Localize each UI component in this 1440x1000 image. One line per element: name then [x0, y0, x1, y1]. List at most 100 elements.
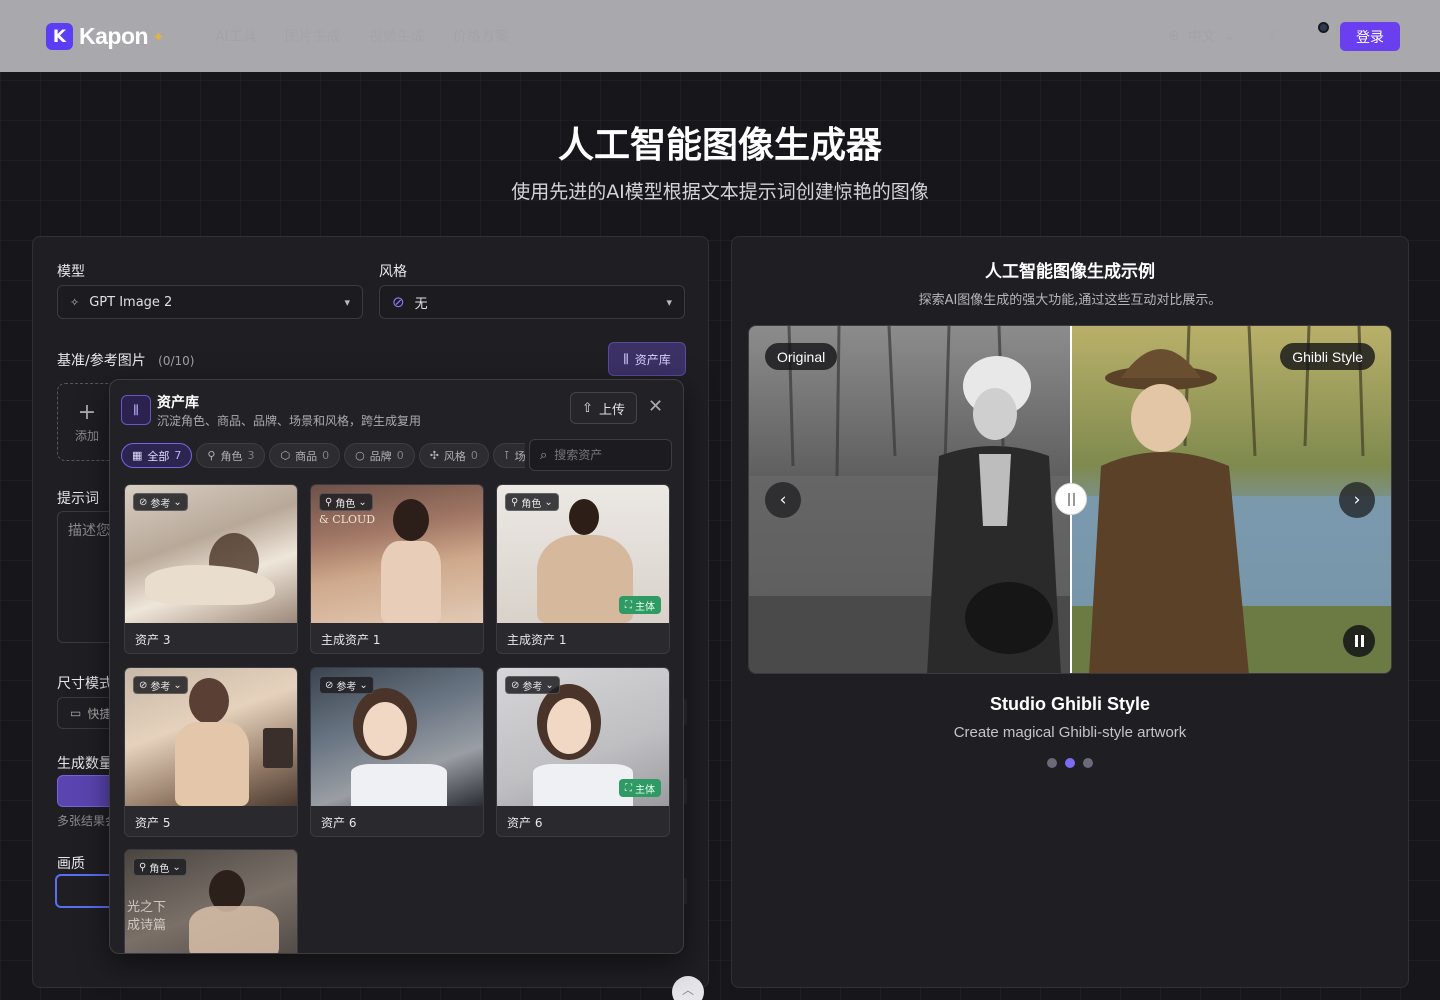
chevron-down-icon: ⌄	[544, 496, 553, 508]
asset-library-label: 资产库	[634, 352, 671, 367]
carousel-dot-active[interactable]	[1065, 758, 1075, 768]
notification-dot	[1318, 22, 1329, 33]
brand-name: Kapon	[79, 23, 149, 49]
model-select[interactable]: ✧ GPT Image 2 ▾	[57, 285, 363, 319]
filter-count: 0	[396, 449, 404, 462]
asset-tag-label: 参考	[150, 498, 171, 510]
brand-logo[interactable]: K Kapon ✦	[46, 23, 165, 50]
size-mode-select[interactable]: ▭ 快捷	[57, 697, 117, 729]
grip-line	[1072, 492, 1075, 506]
filter-character[interactable]: ⚲ 角色 3	[196, 443, 266, 468]
chevron-right-icon[interactable]: ›	[1339, 482, 1375, 518]
prompt-input[interactable]: 描述您	[57, 511, 117, 643]
filter-all[interactable]: ▦ 全部 7	[121, 443, 193, 468]
chevron-down-icon: ▾	[666, 295, 672, 309]
asset-search[interactable]: ⌕	[529, 439, 672, 471]
asset-tag[interactable]: ⚲ 角色 ⌄	[319, 493, 373, 511]
main-subject-label: 主体	[635, 784, 655, 796]
carousel-dot[interactable]	[1083, 758, 1093, 768]
chevron-down-icon: ⌄	[359, 679, 368, 691]
asset-tag[interactable]: ⚲ 角色 ⌄	[505, 493, 559, 511]
card-overlay-text: & CLOUD	[319, 513, 376, 526]
link-icon: ⊘	[511, 679, 520, 691]
showcase-subtitle: 探索AI图像生成的强大功能,通过这些互动对比展示。	[918, 293, 1222, 308]
focus-icon: ⛶	[625, 599, 632, 611]
calendar-icon: ▭	[70, 706, 82, 720]
carousel-dot[interactable]	[1047, 758, 1057, 768]
chevron-down-icon: ⌄	[172, 861, 181, 873]
prompt-label: 提示词	[57, 491, 99, 507]
main-subject-label: 主体	[635, 601, 655, 613]
filter-scene[interactable]: ⊺ 场	[492, 443, 525, 468]
asset-name: 主成资产 1	[507, 633, 567, 647]
page-subtitle: 使用先进的AI模型根据文本提示词创建惊艳的图像	[511, 181, 929, 203]
chevron-left-icon[interactable]: ‹	[765, 482, 801, 518]
asset-tag[interactable]: ⊘ 参考 ⌄	[319, 676, 374, 694]
reference-label: 基准/参考图片 (0/10)	[57, 350, 194, 370]
pause-icon[interactable]	[1343, 625, 1375, 657]
asset-tag-label: 角色	[335, 498, 356, 510]
asset-library-button[interactable]: ⫼ 资产库	[608, 342, 686, 376]
library-icon: ⫼	[623, 351, 629, 366]
asset-card[interactable]: ⊘ 参考 ⌄ 资产 5	[124, 667, 298, 837]
asset-card[interactable]: ⚲ 角色 ⌄ ⛶ 主体 主成资产 1	[496, 484, 670, 654]
reference-label-text: 基准/参考图片	[57, 353, 146, 369]
add-reference-button[interactable]: + 添加	[57, 383, 117, 461]
sparkles-icon: ✣	[429, 449, 439, 462]
login-button[interactable]: 登录	[1340, 22, 1400, 51]
asset-search-input[interactable]	[554, 448, 655, 462]
count-hint: 多张结果会	[57, 814, 117, 828]
filter-label: 角色	[220, 449, 243, 463]
asset-name: 资产 3	[135, 633, 171, 647]
moon-icon[interactable]: ☾	[1268, 27, 1281, 45]
asset-card[interactable]: ⊘ 参考 ⌄ ⛶ 主体 资产 6	[496, 667, 670, 837]
main-subject-badge: ⛶ 主体	[619, 779, 661, 797]
before-after-slider[interactable]: Original Ghibli Style ‹ ›	[748, 325, 1392, 674]
asset-card[interactable]: 光之下 成诗篇 ⚲ 角色 ⌄	[124, 849, 298, 953]
asset-name: 资产 5	[135, 816, 171, 830]
filter-brand[interactable]: ○ 品牌 0	[344, 443, 415, 468]
nav-item-pricing[interactable]: 价格方案	[453, 26, 509, 46]
library-icon: ⫼	[121, 395, 151, 425]
page-title: 人工智能图像生成器	[557, 125, 882, 166]
chevron-down-icon: ▾	[344, 295, 350, 309]
showcase-panel: 人工智能图像生成示例 探索AI图像生成的强大功能,通过这些互动对比展示。 Ori…	[731, 236, 1409, 988]
collapse-toggle[interactable]: ︿	[672, 976, 704, 1000]
filter-label: 商品	[295, 449, 318, 463]
filter-product[interactable]: ⬡ 商品 0	[269, 443, 341, 468]
asset-name: 资产 6	[507, 816, 543, 830]
count-option-selected[interactable]	[57, 775, 117, 807]
style-value: 无	[414, 296, 428, 312]
nav-item-image[interactable]: 图片生成	[285, 26, 341, 46]
filter-count: 0	[470, 449, 478, 462]
filter-style[interactable]: ✣ 风格 0	[418, 443, 489, 468]
asset-card[interactable]: & CLOUD ⚲ 角色 ⌄ 主成资产 1	[310, 484, 484, 654]
style-select[interactable]: ⊘ 无 ▾	[379, 285, 685, 319]
kapon-logo-icon: K	[46, 23, 73, 50]
chevron-down-icon: ⌄	[173, 496, 182, 508]
asset-tag[interactable]: ⊘ 参考 ⌄	[505, 676, 560, 694]
slider-handle[interactable]	[1055, 483, 1087, 515]
filter-label: 品牌	[369, 449, 392, 463]
asset-tag[interactable]: ⚲ 角色 ⌄	[133, 858, 187, 876]
asset-card[interactable]: ⊘ 参考 ⌄ 资产 6	[310, 667, 484, 837]
nav-item-video[interactable]: 视频生成	[369, 26, 425, 46]
asset-card[interactable]: ⊘ 参考 ⌄ 资产 3	[124, 484, 298, 654]
asset-tag-label: 角色	[149, 863, 170, 875]
nav-item-ai-tools[interactable]: AI工具	[215, 26, 257, 46]
language-label: 中文	[1187, 29, 1216, 45]
sparkle-icon: ✦	[152, 27, 165, 46]
chevron-up-icon: ︿	[681, 983, 694, 997]
filter-count: 3	[247, 449, 255, 462]
asset-tag[interactable]: ⊘ 参考 ⌄	[133, 493, 188, 511]
upload-button[interactable]: ⇧ 上传	[570, 392, 637, 424]
quality-option-selected[interactable]	[55, 874, 117, 908]
asset-tag[interactable]: ⊘ 参考 ⌄	[133, 676, 188, 694]
before-label: Original	[765, 343, 838, 370]
close-icon[interactable]: ✕	[648, 396, 663, 417]
scene-icon: ⊺	[503, 449, 510, 462]
chevron-down-icon: ⌄	[358, 496, 367, 508]
top-header: K Kapon ✦ AI工具 图片生成 视频生成 价格方案 ⊕ 中文 ⌄ ☾ 登…	[0, 0, 1440, 72]
language-selector[interactable]: ⊕ 中文 ⌄	[1168, 26, 1235, 46]
grip-line	[1067, 492, 1070, 506]
